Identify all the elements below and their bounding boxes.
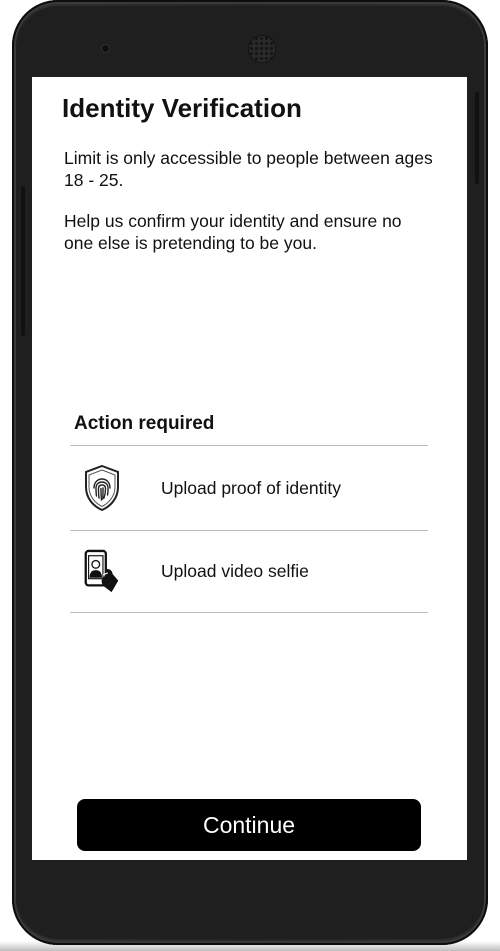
page-title: Identity Verification <box>62 93 302 123</box>
power-button <box>475 92 479 184</box>
continue-button[interactable]: Continue <box>77 799 421 851</box>
app-screen: Identity Verification Limit is only acce… <box>32 77 467 860</box>
volume-button <box>21 186 25 336</box>
fingerprint-shield-icon <box>80 463 124 513</box>
upload-video-selfie-item[interactable]: Upload video selfie <box>70 531 428 613</box>
page-bottom-shadow <box>0 941 500 951</box>
phone-selfie-icon <box>80 547 124 597</box>
upload-video-selfie-label: Upload video selfie <box>161 561 309 581</box>
upload-proof-of-identity-item[interactable]: Upload proof of identity <box>70 446 428 531</box>
verification-purpose-text: Help us confirm your identity and ensure… <box>64 211 402 253</box>
upload-proof-of-identity-label: Upload proof of identity <box>161 477 341 498</box>
earpiece-speaker <box>249 36 275 62</box>
age-requirement-text: Limit is only accessible to people betwe… <box>64 148 433 190</box>
action-required-heading: Action required <box>74 413 215 434</box>
proximity-sensor <box>101 44 110 53</box>
stage: Identity Verification Limit is only acce… <box>0 0 500 951</box>
action-list: Upload proof of identity Upload video se… <box>70 445 428 613</box>
